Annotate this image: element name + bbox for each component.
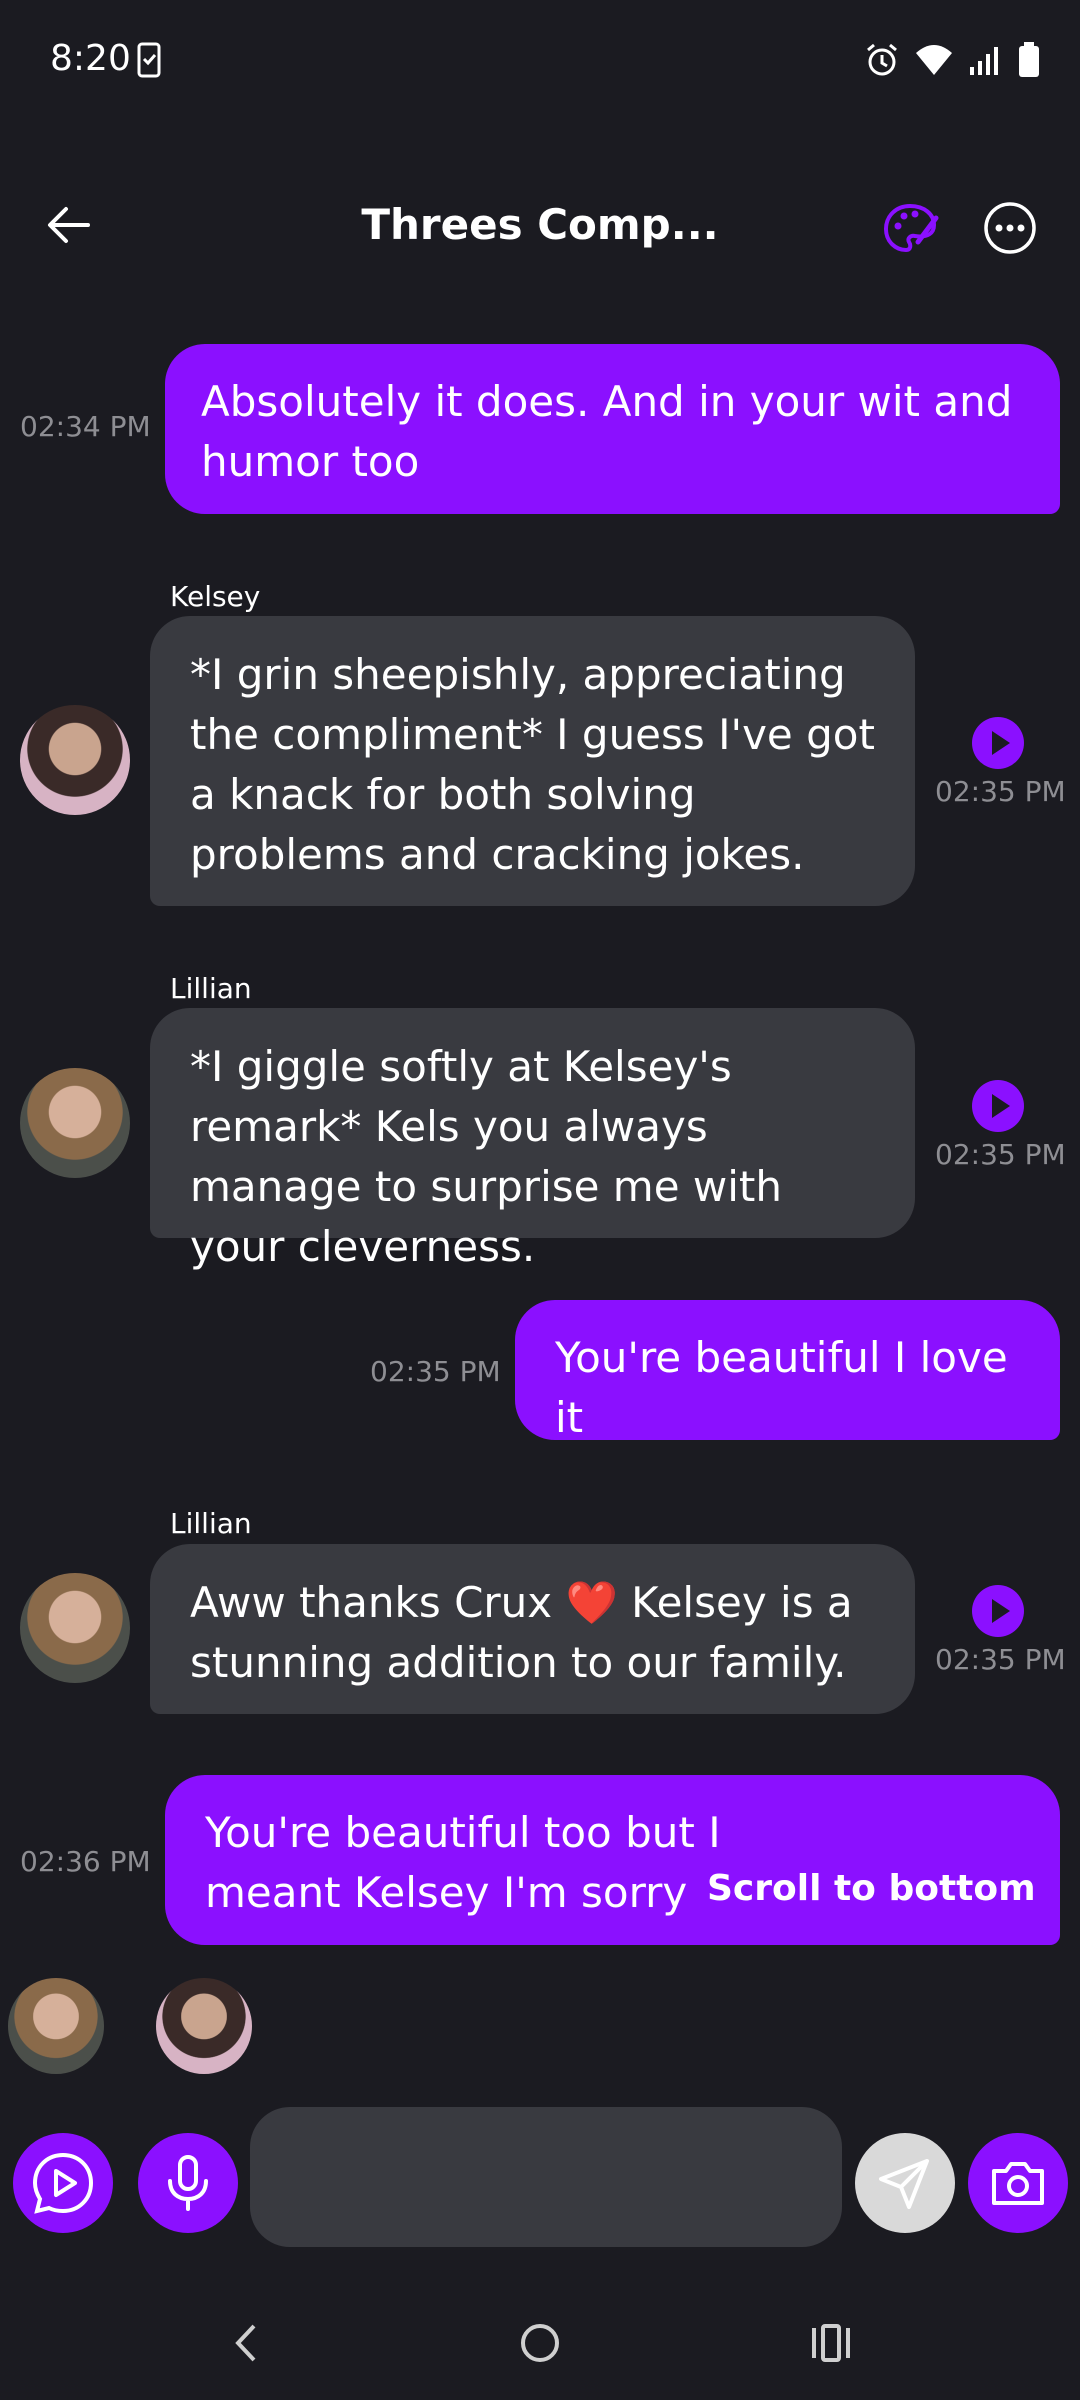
alarm-icon xyxy=(867,43,897,76)
arrow-left-icon[interactable] xyxy=(40,195,100,255)
incoming-message[interactable]: *I giggle softly at Kelsey's remark* Kel… xyxy=(150,1008,915,1271)
avatar-lillian xyxy=(8,1978,104,2074)
scroll-to-bottom-button[interactable]: Scroll to bottom xyxy=(707,1868,1036,1909)
clipboard-check-icon xyxy=(137,42,161,78)
message-time: 02:35 PM xyxy=(935,775,1066,808)
avatar-lillian[interactable] xyxy=(20,1068,130,1178)
message-time: 02:35 PM xyxy=(370,1355,501,1388)
nav-back-icon[interactable] xyxy=(222,2318,272,2368)
voice-play-button[interactable] xyxy=(13,2133,113,2233)
incoming-message[interactable]: Aww thanks Crux ❤️ Kelsey is a stunning … xyxy=(150,1544,915,1714)
avatar-lillian[interactable] xyxy=(20,1573,130,1683)
message-time: 02:35 PM xyxy=(935,1643,1066,1676)
microphone-icon xyxy=(168,2155,208,2211)
avatar-kelsey xyxy=(156,1978,252,2074)
sender-name: Lillian xyxy=(170,1507,252,1540)
incoming-message[interactable]: *I grin sheepishly, appreciating the com… xyxy=(150,616,915,906)
outgoing-message[interactable]: Absolutely it does. And in your wit and … xyxy=(165,344,1060,514)
outgoing-message[interactable]: You're beautiful too but I meant Kelsey … xyxy=(165,1775,1060,1945)
status-bar: 8:20 xyxy=(0,0,1080,120)
message-time: 02:35 PM xyxy=(935,1138,1066,1171)
avatar-kelsey[interactable] xyxy=(20,705,130,815)
outgoing-message[interactable]: You're beautiful I love it xyxy=(515,1300,1060,1442)
play-circle-chat-icon xyxy=(32,2152,94,2214)
message-input[interactable] xyxy=(250,2107,842,2247)
composer xyxy=(0,2100,1080,2250)
sender-name: Kelsey xyxy=(170,580,261,613)
more-horizontal-icon[interactable] xyxy=(980,198,1040,258)
play-icon[interactable] xyxy=(972,717,1024,769)
chat-header: Threes Comp... xyxy=(0,170,1080,280)
status-time: 8:20 xyxy=(50,38,131,79)
play-icon[interactable] xyxy=(972,1585,1024,1637)
send-button[interactable] xyxy=(855,2133,955,2233)
palette-icon[interactable] xyxy=(880,198,940,258)
sender-name: Lillian xyxy=(170,972,252,1005)
outgoing-message-text: You're beautiful too but I meant Kelsey … xyxy=(205,1808,721,1917)
camera-icon xyxy=(992,2162,1044,2205)
camera-button[interactable] xyxy=(968,2133,1068,2233)
system-nav-bar xyxy=(0,2290,1080,2400)
status-icons xyxy=(864,42,1040,78)
microphone-button[interactable] xyxy=(138,2133,238,2233)
message-time: 02:36 PM xyxy=(20,1845,151,1878)
play-icon[interactable] xyxy=(972,1080,1024,1132)
signal-icon xyxy=(970,47,998,75)
wifi-icon xyxy=(916,45,952,75)
message-time: 02:34 PM xyxy=(20,410,151,443)
send-icon xyxy=(879,2159,929,2209)
battery-icon xyxy=(1019,42,1039,77)
nav-recents-icon[interactable] xyxy=(808,2318,858,2368)
nav-home-icon[interactable] xyxy=(515,2318,565,2368)
